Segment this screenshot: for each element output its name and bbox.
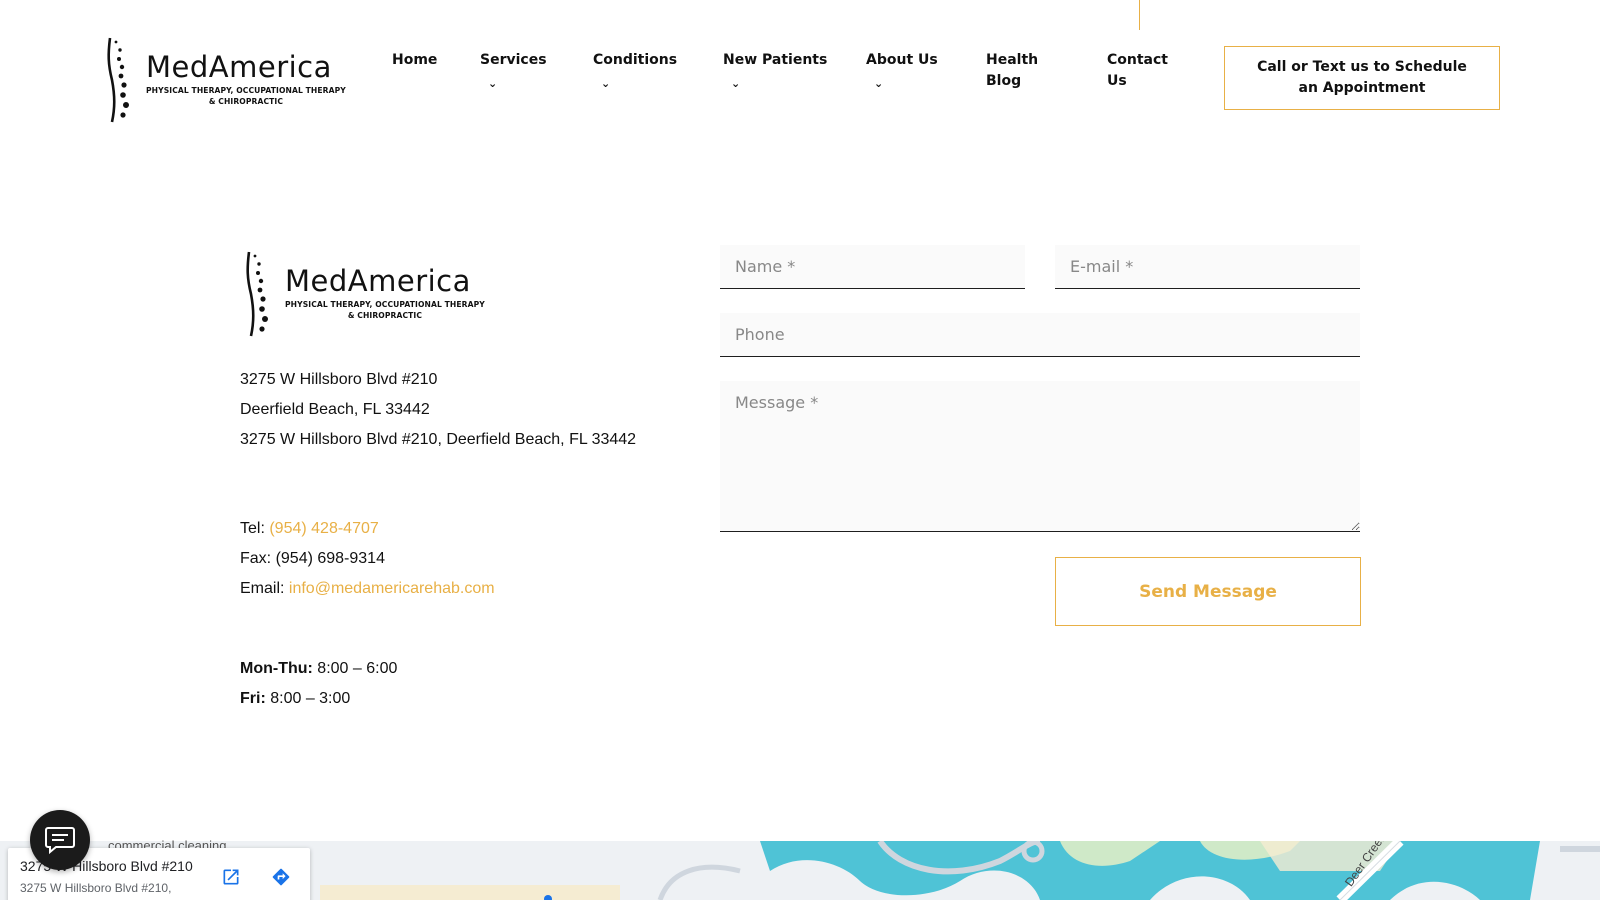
nav-health-blog[interactable]: Health Blog: [986, 50, 1107, 94]
brand-tagline: PHYSICAL THERAPY, OCCUPATIONAL THERAPY &…: [146, 86, 346, 106]
chevron-down-icon: ⌄: [731, 77, 741, 90]
brand-name: MedAmerica: [285, 264, 471, 299]
chevron-down-icon: ⌄: [874, 77, 884, 90]
nav-about-us[interactable]: About Us ⌄: [866, 50, 986, 94]
chevron-down-icon: ⌄: [601, 77, 611, 90]
header-logo[interactable]: MedAmerica PHYSICAL THERAPY, OCCUPATIONA…: [106, 34, 346, 126]
open-in-maps-button[interactable]: [216, 862, 246, 892]
chat-bubble-icon: [45, 827, 75, 855]
message-textarea[interactable]: [720, 381, 1360, 532]
map-place-address: 3275 W Hillsboro Blvd #210,: [20, 881, 172, 895]
hours-mon-thu: Mon-Thu: 8:00 – 6:00: [240, 660, 398, 677]
header-accent-line: [1139, 0, 1140, 30]
phone-link[interactable]: (954) 428-4707: [269, 520, 378, 537]
chat-widget-button[interactable]: [30, 810, 90, 870]
chevron-down-icon: ⌄: [488, 77, 498, 90]
nav-home[interactable]: Home: [392, 50, 480, 94]
brand-name: MedAmerica: [146, 50, 332, 85]
email-link[interactable]: info@medamericarehab.com: [289, 580, 495, 597]
address-line2: Deerfield Beach, FL 33442: [240, 401, 430, 418]
main-nav: Home Services ⌄ Conditions ⌄ New Patients ⌄…: [392, 50, 1177, 94]
name-input[interactable]: [720, 245, 1025, 289]
spine-logo-icon: [107, 37, 129, 123]
spine-logo-icon: [246, 251, 268, 337]
nav-services[interactable]: Services ⌄: [480, 50, 593, 94]
site-header: MedAmerica PHYSICAL THERAPY, OCCUPATIONA…: [0, 0, 1600, 140]
phone-row: Tel: (954) 428-4707: [240, 520, 379, 537]
contact-logo[interactable]: MedAmerica PHYSICAL THERAPY, OCCUPATIONA…: [245, 248, 495, 340]
address-full: 3275 W Hillsboro Blvd #210, Deerfield Be…: [240, 431, 637, 448]
schedule-appointment-button[interactable]: Call or Text us to Schedule an Appointme…: [1224, 46, 1500, 110]
email-input[interactable]: [1055, 245, 1360, 289]
nav-new-patients[interactable]: New Patients ⌄: [723, 50, 866, 94]
hours-fri: Fri: 8:00 – 3:00: [240, 690, 351, 707]
brand-tagline: PHYSICAL THERAPY, OCCUPATIONAL THERAPY &…: [285, 300, 485, 320]
nav-conditions[interactable]: Conditions ⌄: [593, 50, 723, 94]
address-line1: 3275 W Hillsboro Blvd #210: [240, 371, 438, 388]
directions-icon: [272, 868, 290, 886]
fax-row: Fax: (954) 698-9314: [240, 550, 385, 567]
directions-button[interactable]: [266, 862, 296, 892]
phone-input[interactable]: [720, 313, 1360, 357]
email-row: Email: info@medamericarehab.com: [240, 580, 495, 597]
open-in-new-icon: [223, 869, 239, 885]
send-message-button[interactable]: Send Message: [1055, 557, 1361, 626]
nav-contact-us[interactable]: Contact Us: [1107, 50, 1177, 94]
